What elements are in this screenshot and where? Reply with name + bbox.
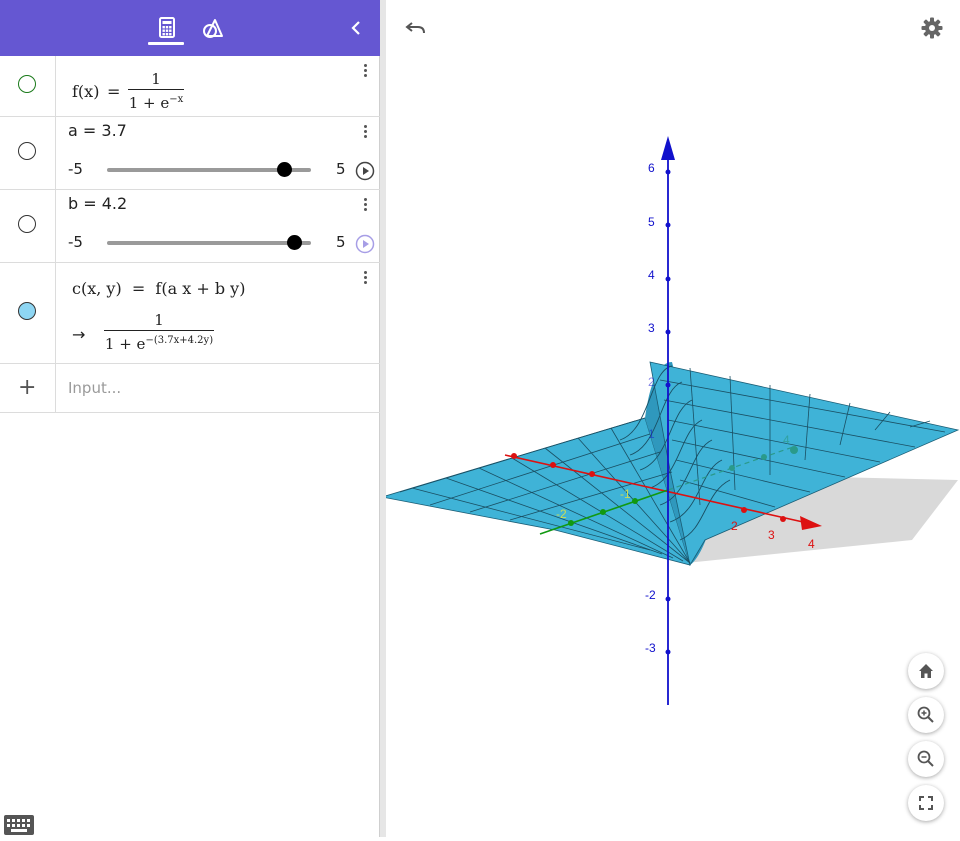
y-tick-label: 4 — [783, 433, 790, 447]
fullscreen-button[interactable] — [908, 785, 944, 821]
algebra-item-a[interactable]: a = 3.7 -5 5 — [0, 117, 380, 190]
y-tick-label: -2 — [556, 507, 567, 521]
slider-b-thumb[interactable] — [287, 235, 303, 250]
visibility-toggle-b[interactable] — [18, 215, 36, 233]
f-fraction: 1 1 + e−x — [128, 70, 184, 112]
z-tick-label: 6 — [648, 161, 655, 175]
z-tick-label: 5 — [648, 215, 655, 229]
y-tick-label: -1 — [620, 487, 631, 501]
marble-column — [0, 56, 56, 116]
visibility-toggle-c[interactable] — [18, 302, 36, 320]
marble-column — [0, 263, 56, 363]
marble-column: + — [0, 364, 56, 412]
f-denominator-exp: −x — [169, 94, 184, 105]
home-button[interactable] — [908, 653, 944, 689]
more-options-icon[interactable] — [358, 269, 372, 287]
x-tick-label: 2 — [731, 519, 738, 533]
f-equals: = — [107, 82, 121, 101]
visibility-toggle-f[interactable] — [18, 75, 36, 93]
slider-b-min: -5 — [68, 233, 83, 251]
visibility-toggle-a[interactable] — [18, 142, 36, 160]
c-denominator-exp: −(3.7x+4.2y) — [145, 335, 214, 346]
f-denominator: 1 + e−x — [128, 91, 184, 112]
graphics-3d-view[interactable]: 6 5 4 3 2 1 -2 -3 2 3 4 -2 -1 4 — [381, 0, 960, 837]
c-fraction-bar — [104, 330, 214, 331]
marble-column — [0, 117, 56, 189]
z-tick-label: -3 — [645, 641, 656, 655]
c-arrow: → — [72, 325, 86, 344]
z-tick-label: 1 — [648, 427, 655, 441]
slider-b-label: b = 4.2 — [68, 194, 128, 213]
z-tick-label: 3 — [648, 321, 655, 335]
zoom-out-button[interactable] — [908, 741, 944, 777]
undo-icon[interactable] — [404, 16, 428, 40]
f-fraction-bar — [128, 89, 184, 90]
c-definition: c(x, y) = f(a x + b y) — [72, 279, 246, 298]
algebra-item-c[interactable]: c(x, y) = f(a x + b y) → 1 1 + e−(3.7x+4… — [0, 263, 380, 364]
slider-b-max: 5 — [336, 233, 346, 251]
c-fraction: 1 1 + e−(3.7x+4.2y) — [104, 311, 214, 353]
geometry-tools-icon[interactable] — [199, 14, 227, 42]
graphics-canvas: 6 5 4 3 2 1 -2 -3 2 3 4 -2 -1 4 — [381, 136, 960, 705]
slider-a-min: -5 — [68, 160, 83, 178]
plus-icon[interactable]: + — [18, 375, 36, 400]
input-bar[interactable]: Input... — [68, 379, 121, 397]
c-denominator: 1 + e−(3.7x+4.2y) — [104, 332, 214, 353]
more-options-icon[interactable] — [358, 123, 372, 141]
f-denominator-base: 1 + e — [128, 94, 170, 112]
algebra-item-f[interactable]: f(x) = 1 1 + e−x — [0, 56, 380, 117]
z-tick-label: 4 — [648, 268, 655, 282]
more-options-icon[interactable] — [358, 196, 372, 214]
x-tick-label: 4 — [808, 537, 815, 551]
algebra-input-row[interactable]: + Input... — [0, 364, 380, 413]
algebra-toolbar — [0, 0, 380, 56]
play-icon[interactable] — [355, 161, 375, 181]
gear-icon[interactable] — [920, 16, 944, 40]
fullscreen-icon — [919, 796, 933, 810]
f-numerator: 1 — [151, 70, 161, 88]
zoom-in-button[interactable] — [908, 697, 944, 733]
z-tick-label: 2 — [648, 375, 655, 389]
home-icon — [919, 664, 933, 678]
z-tick-label: -2 — [645, 588, 656, 602]
zoom-in-icon — [917, 706, 934, 723]
play-icon[interactable] — [355, 234, 375, 254]
c-numerator: 1 — [154, 311, 164, 329]
algebra-item-b[interactable]: b = 4.2 -5 5 — [0, 190, 380, 263]
f-lhs: f(x) — [72, 82, 100, 101]
calculator-icon[interactable] — [153, 14, 181, 42]
algebra-view: f(x) = 1 1 + e−x a = 3.7 -5 5 b = 4.2 -5… — [0, 0, 380, 837]
zoom-out-icon — [917, 750, 934, 767]
slider-a-max: 5 — [336, 160, 346, 178]
slider-a-thumb[interactable] — [276, 162, 292, 177]
marble-column — [0, 190, 56, 262]
active-tab-indicator — [148, 42, 184, 45]
more-options-icon[interactable] — [358, 62, 372, 80]
keyboard-icon[interactable] — [4, 815, 34, 835]
chevron-left-icon[interactable] — [342, 14, 370, 42]
slider-a-label: a = 3.7 — [68, 121, 127, 140]
slider-b-track[interactable] — [107, 241, 311, 245]
c-denominator-base: 1 + e — [104, 335, 146, 353]
x-tick-label: 3 — [768, 528, 775, 542]
